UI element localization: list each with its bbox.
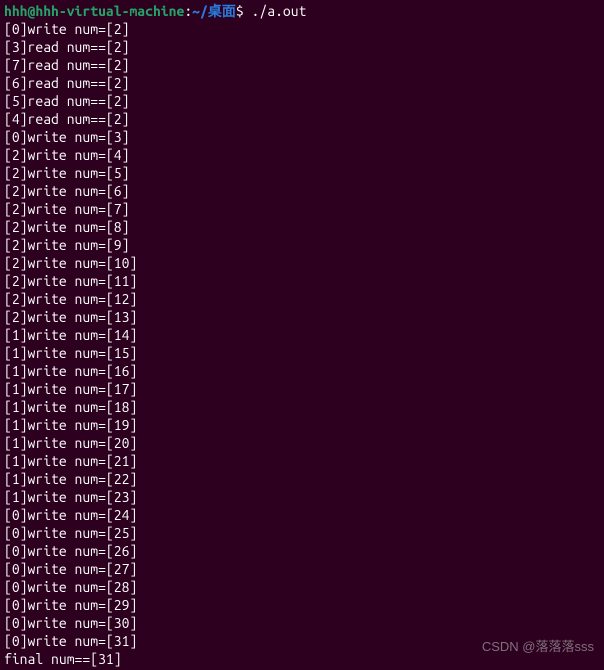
- output-line: [0]write num=[24]: [4, 506, 600, 524]
- output-line: [0]write num=[27]: [4, 560, 600, 578]
- output-line: [1]write num=[19]: [4, 416, 600, 434]
- prompt-colon: :: [184, 3, 192, 19]
- output-line: [1]write num=[16]: [4, 362, 600, 380]
- output-line: [1]write num=[21]: [4, 452, 600, 470]
- output-line: [4]read num==[2]: [4, 110, 600, 128]
- output-line: final num==[31]: [4, 650, 600, 668]
- terminal-prompt-line: hhh@hhh-virtual-machine:~/桌面$ ./a.out: [4, 2, 600, 20]
- prompt-dollar: $: [236, 3, 252, 19]
- output-line: [2]write num=[6]: [4, 182, 600, 200]
- output-line: [0]write num=[29]: [4, 596, 600, 614]
- output-line: [6]read num==[2]: [4, 74, 600, 92]
- output-line: [0]write num=[2]: [4, 20, 600, 38]
- output-line: [2]write num=[8]: [4, 218, 600, 236]
- output-line: [3]read num==[2]: [4, 38, 600, 56]
- output-line: [5]read num==[2]: [4, 92, 600, 110]
- output-line: [2]write num=[7]: [4, 200, 600, 218]
- output-line: [2]write num=[12]: [4, 290, 600, 308]
- output-line: [0]write num=[31]: [4, 632, 600, 650]
- output-line: [1]write num=[23]: [4, 488, 600, 506]
- output-line: [1]write num=[20]: [4, 434, 600, 452]
- output-line: [1]write num=[14]: [4, 326, 600, 344]
- prompt-path: ~/桌面: [192, 3, 236, 19]
- output-line: [0]write num=[28]: [4, 578, 600, 596]
- output-line: [0]write num=[30]: [4, 614, 600, 632]
- prompt-command: ./a.out: [252, 3, 307, 19]
- output-line: [2]write num=[13]: [4, 308, 600, 326]
- output-line: [1]write num=[22]: [4, 470, 600, 488]
- output-line: [2]write num=[4]: [4, 146, 600, 164]
- output-line: [2]write num=[9]: [4, 236, 600, 254]
- output-line: [2]write num=[5]: [4, 164, 600, 182]
- output-line: [1]write num=[17]: [4, 380, 600, 398]
- output-line: [0]write num=[25]: [4, 524, 600, 542]
- output-line: [0]write num=[3]: [4, 128, 600, 146]
- prompt-user-host: hhh@hhh-virtual-machine: [4, 3, 184, 19]
- output-line: [2]write num=[11]: [4, 272, 600, 290]
- output-line: [0]write num=[26]: [4, 542, 600, 560]
- output-line: [2]write num=[10]: [4, 254, 600, 272]
- output-line: [1]write num=[18]: [4, 398, 600, 416]
- output-line: [7]read num==[2]: [4, 56, 600, 74]
- output-line: [1]write num=[15]: [4, 344, 600, 362]
